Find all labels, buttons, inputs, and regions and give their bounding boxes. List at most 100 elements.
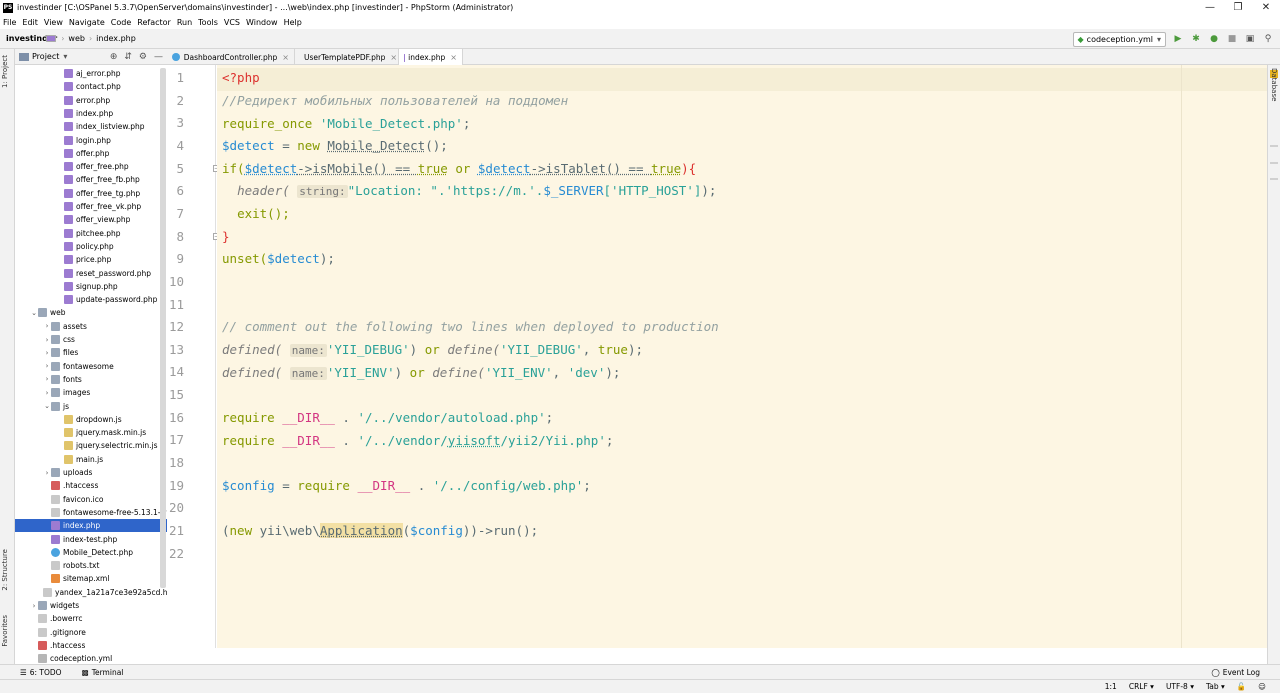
menu-view[interactable]: View <box>41 18 66 27</box>
tree-file[interactable]: offer_free_tg.php <box>15 187 167 200</box>
line-number[interactable]: 22 <box>154 546 184 561</box>
tree-file[interactable]: jquery.selectric.min.js <box>15 439 167 452</box>
debug-icon[interactable]: ✱ <box>1190 33 1202 45</box>
chevron-right-icon[interactable]: › <box>43 469 51 477</box>
tree-file[interactable]: dropdown.js <box>15 413 167 426</box>
editor-tab[interactable]: UserTemplatePDF.php × <box>295 49 399 65</box>
chevron-right-icon[interactable]: › <box>43 362 51 370</box>
line-separator-select[interactable]: CRLF ▾ <box>1129 682 1154 691</box>
line-number[interactable]: 4 <box>154 138 184 153</box>
line-number[interactable]: 21 <box>154 523 184 538</box>
maximize-icon[interactable]: ❐ <box>1224 0 1252 15</box>
tree-folder[interactable]: › css <box>15 333 167 346</box>
chevron-right-icon[interactable]: › <box>43 322 51 330</box>
tree-file[interactable]: Mobile_Detect.php <box>15 546 167 559</box>
line-number[interactable]: 11 <box>154 297 184 312</box>
todo-tool-button[interactable]: ☰ 6: TODO <box>20 668 62 677</box>
tree-file[interactable]: favicon.ico <box>15 493 167 506</box>
close-tab-icon[interactable]: × <box>450 53 457 62</box>
line-number[interactable]: 3 <box>154 115 184 130</box>
line-number[interactable]: 18 <box>154 455 184 470</box>
tree-file[interactable]: offer_free_fb.php <box>15 173 167 186</box>
tree-folder[interactable]: › images <box>15 386 167 399</box>
line-number[interactable]: 16 <box>154 410 184 425</box>
menu-run[interactable]: Run <box>174 18 195 27</box>
editor-tab[interactable]: DashboardController.php × <box>167 49 295 65</box>
project-structure-icon[interactable]: ▣ <box>1244 33 1256 45</box>
line-number[interactable]: 10 <box>154 274 184 289</box>
line-number[interactable]: 5 <box>154 161 184 176</box>
tree-folder[interactable]: › assets <box>15 320 167 333</box>
favorites-tool-tab[interactable]: Favorites <box>1 615 9 647</box>
tree-file[interactable]: index-test.php <box>15 533 167 546</box>
database-tool-tab[interactable]: Database <box>1270 68 1278 101</box>
tree-file[interactable]: yandex_1a21a7ce3e92a5cd.h <box>15 586 167 599</box>
tree-file[interactable]: offer.php <box>15 147 167 160</box>
tree-folder[interactable]: ⌄ js <box>15 400 167 413</box>
tree-file[interactable]: contact.php <box>15 80 167 93</box>
run-icon[interactable]: ▶ <box>1172 33 1184 45</box>
menu-help[interactable]: Help <box>281 18 305 27</box>
tree-file[interactable]: main.js <box>15 453 167 466</box>
editor-tab[interactable]: index.php × <box>399 49 463 66</box>
line-number[interactable]: 13 <box>154 342 184 357</box>
line-number[interactable]: 7 <box>154 206 184 221</box>
chevron-right-icon[interactable]: › <box>43 375 51 383</box>
line-number[interactable]: 1 <box>154 70 184 85</box>
line-number[interactable]: 14 <box>154 364 184 379</box>
project-view-select[interactable]: Project <box>32 52 59 61</box>
tree-folder[interactable]: › widgets <box>15 599 167 612</box>
tree-file[interactable]: offer_free.php <box>15 160 167 173</box>
close-icon[interactable]: ✕ <box>1252 0 1280 15</box>
tree-file[interactable]: codeception.yml <box>15 652 167 664</box>
menu-window[interactable]: Window <box>243 18 281 27</box>
chevron-right-icon[interactable]: › <box>43 389 51 397</box>
line-number[interactable]: 6 <box>154 183 184 198</box>
tree-folder[interactable]: › files <box>15 346 167 359</box>
tree-file[interactable]: .htaccess <box>15 639 167 652</box>
menu-navigate[interactable]: Navigate <box>66 18 108 27</box>
search-everywhere-icon[interactable]: ⚲ <box>1262 33 1274 45</box>
line-number[interactable]: 15 <box>154 387 184 402</box>
indent-select[interactable]: Tab ▾ <box>1206 682 1225 691</box>
minimize-icon[interactable]: — <box>1196 0 1224 15</box>
tree-file[interactable]: aj_error.php <box>15 67 167 80</box>
tree-folder[interactable]: › fontawesome <box>15 360 167 373</box>
tree-file[interactable]: index.php <box>15 519 167 533</box>
line-number[interactable]: 20 <box>154 500 184 515</box>
event-log-button[interactable]: ◯ Event Log <box>1211 668 1260 677</box>
tree-folder[interactable]: ⌄ web <box>15 306 167 319</box>
close-tab-icon[interactable]: × <box>390 53 397 62</box>
tree-file[interactable]: .bowerrc <box>15 612 167 625</box>
line-number[interactable]: 19 <box>154 478 184 493</box>
breadcrumb-folder[interactable]: web <box>68 34 85 43</box>
chevron-right-icon[interactable]: › <box>30 602 38 610</box>
tree-file[interactable]: index_listview.php <box>15 120 167 133</box>
locate-file-icon[interactable]: ⊕ <box>110 52 118 62</box>
menu-file[interactable]: File <box>0 18 19 27</box>
chevron-down-icon[interactable]: ⌄ <box>43 402 51 410</box>
hide-panel-icon[interactable]: — <box>154 52 163 62</box>
tree-file[interactable]: .gitignore <box>15 626 167 639</box>
tree-file[interactable]: robots.txt <box>15 559 167 572</box>
tree-file[interactable]: sitemap.xml <box>15 572 167 585</box>
menu-tools[interactable]: Tools <box>195 18 221 27</box>
menu-code[interactable]: Code <box>108 18 134 27</box>
terminal-tool-button[interactable]: ▩ Terminal <box>82 668 124 677</box>
project-tool-tab[interactable]: 1: Project <box>1 55 9 88</box>
menu-edit[interactable]: Edit <box>19 18 41 27</box>
tree-file[interactable]: fontawesome-free-5.13.1-w <box>15 506 167 519</box>
line-number[interactable]: 8 <box>154 229 184 244</box>
gear-icon[interactable]: ⚙ <box>139 52 147 62</box>
error-stripe-mark[interactable] <box>1270 162 1278 164</box>
tree-file[interactable]: offer_free_vk.php <box>15 200 167 213</box>
menu-vcs[interactable]: VCS <box>221 18 243 27</box>
tree-file[interactable]: login.php <box>15 134 167 147</box>
error-stripe-mark[interactable] <box>1270 178 1278 180</box>
tree-file[interactable]: error.php <box>15 94 167 107</box>
tree-file[interactable]: .htaccess <box>15 479 167 492</box>
tree-folder[interactable]: › uploads <box>15 466 167 479</box>
coverage-icon[interactable]: ● <box>1208 33 1220 45</box>
line-number[interactable]: 2 <box>154 93 184 108</box>
line-number[interactable]: 9 <box>154 251 184 266</box>
